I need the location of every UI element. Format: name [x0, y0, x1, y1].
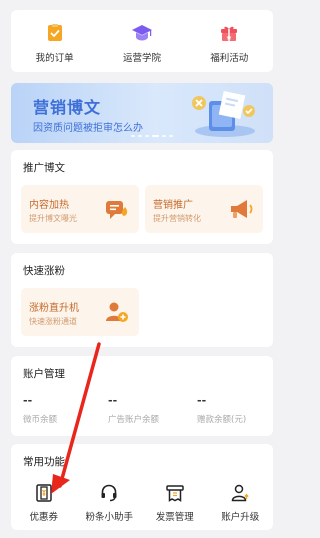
grant-balance[interactable]: -- 赠款余额(元) [197, 394, 277, 425]
banner-carousel-dots[interactable] [131, 135, 173, 137]
balance-label: 赠款余额(元) [197, 415, 247, 425]
balance-value: -- [108, 394, 118, 407]
tile-title: 涨粉直升机 [29, 303, 79, 314]
balance-label: 微币余额 [23, 415, 58, 425]
follower-boost-tile[interactable]: 涨粉直升机 快速涨粉通道 [21, 288, 139, 336]
account-upgrade-button[interactable]: 账户升级 [208, 482, 272, 523]
fan-assistant-button[interactable]: 粉条小助手 [77, 482, 141, 523]
tools-row: 优惠券 粉条小助手 发票管理 账户升级 [11, 482, 273, 523]
promo-banner[interactable]: 营销博文 因资质问题被拒审怎么办 [11, 83, 273, 143]
quick-link-academy[interactable]: 运营学院 [107, 22, 177, 64]
marketing-promo-tile[interactable]: 营销推广 提升营销转化 [145, 185, 263, 233]
user-upgrade-icon [229, 482, 251, 504]
banner-title: 营销博文 [33, 98, 102, 117]
ad-account-balance[interactable]: -- 广告账户余额 [108, 394, 188, 425]
account-section: 账户管理 -- 微币余额 -- 广告账户余额 -- 赠款余额(元) [11, 356, 273, 436]
coupon-button[interactable]: 优惠券 [12, 482, 76, 523]
followers-section: 快速涨粉 涨粉直升机 快速涨粉通道 [11, 253, 273, 347]
invoice-icon [164, 482, 186, 504]
tools-section: 常用功能 优惠券 粉条小助手 发票管理 账户升级 [11, 444, 273, 530]
wei-coin-balance[interactable]: -- 微币余额 [23, 394, 103, 425]
content-boost-tile[interactable]: 内容加热 提升博文曝光 [21, 185, 139, 233]
gift-box-icon [218, 22, 240, 44]
chat-fire-icon [106, 201, 128, 219]
megaphone-icon [231, 200, 253, 218]
tool-label: 发票管理 [155, 512, 194, 523]
headset-icon [98, 482, 120, 504]
followers-section-title: 快速涨粉 [23, 265, 65, 277]
tool-label: 优惠券 [29, 512, 58, 523]
quick-link-label: 运营学院 [122, 53, 161, 64]
banner-subtitle: 因资质问题被拒审怎么办 [33, 123, 143, 134]
account-section-title: 账户管理 [23, 368, 65, 380]
tile-subtitle: 提升博文曝光 [29, 214, 77, 223]
promote-section-title: 推广博文 [23, 162, 65, 174]
quick-link-benefits[interactable]: 福利活动 [194, 22, 264, 64]
balance-label: 广告账户余额 [108, 415, 160, 425]
balance-value: -- [23, 394, 33, 407]
quick-link-my-orders[interactable]: 我的订单 [20, 22, 90, 64]
tile-subtitle: 提升营销转化 [153, 214, 201, 223]
tools-section-title: 常用功能 [23, 456, 65, 468]
banner-illustration [192, 90, 255, 137]
graduation-cap-icon [131, 22, 153, 44]
tile-title: 营销推广 [153, 200, 193, 211]
order-check-icon [44, 22, 66, 44]
add-user-icon [106, 302, 128, 322]
invoice-management-button[interactable]: 发票管理 [143, 482, 207, 523]
tile-subtitle: 快速涨粉通道 [29, 317, 77, 326]
tool-label: 粉条小助手 [85, 512, 133, 523]
tool-label: 账户升级 [221, 512, 260, 523]
quick-links-card: 我的订单 运营学院 福利活动 [11, 10, 273, 72]
balance-value: -- [197, 394, 207, 407]
coupon-icon [33, 482, 55, 504]
promote-section: 推广博文 内容加热 提升博文曝光 营销推广 提升营销转化 [11, 150, 273, 244]
tile-title: 内容加热 [29, 200, 69, 211]
quick-link-label: 我的订单 [35, 53, 74, 64]
quick-link-label: 福利活动 [210, 53, 249, 64]
